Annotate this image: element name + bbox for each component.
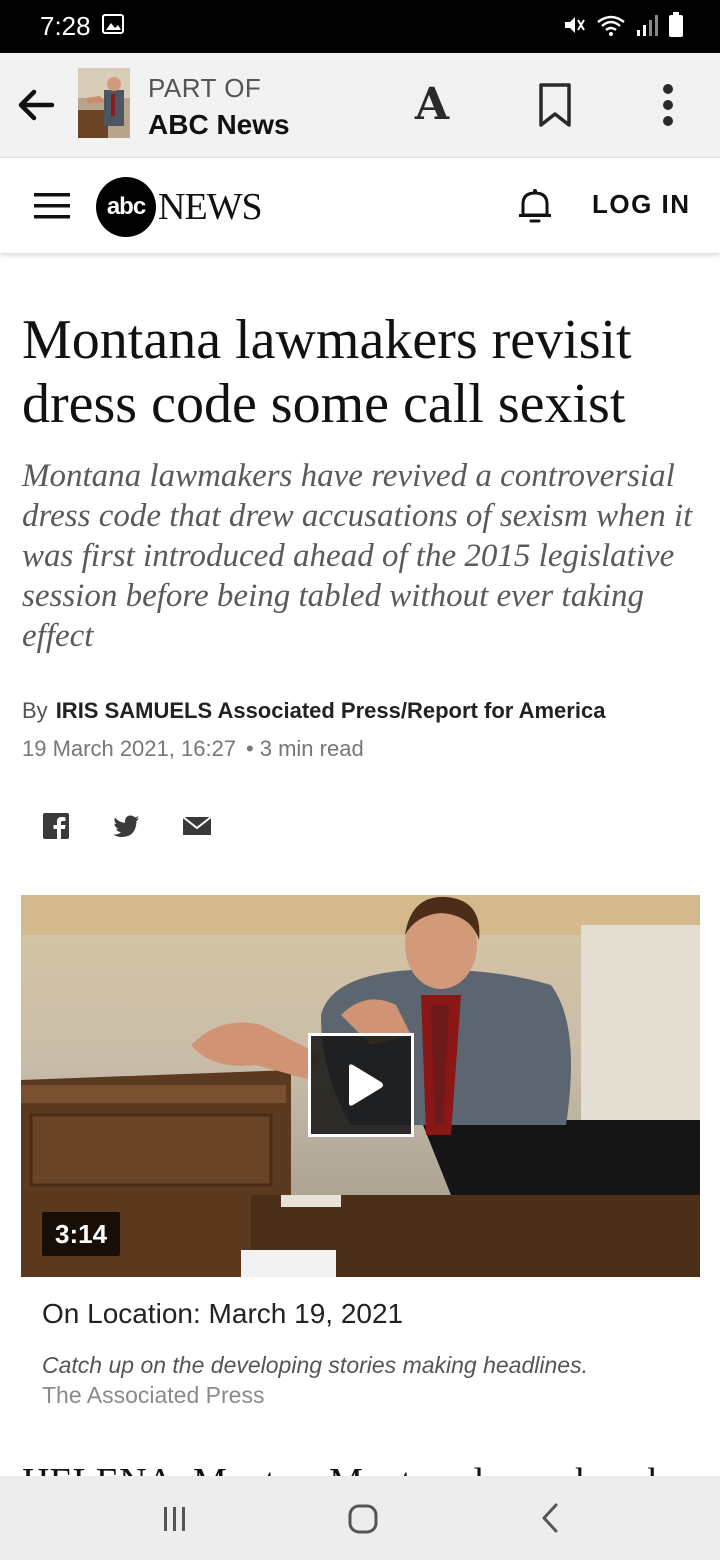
facebook-icon[interactable]	[42, 812, 70, 840]
play-icon	[349, 1064, 383, 1106]
abc-news-logo[interactable]: abc NEWS	[96, 177, 263, 237]
dateline: 19 March 2021, 16:27 • 3 min read	[22, 736, 364, 762]
byline-prefix: By	[22, 698, 48, 723]
video-caption-credit: The Associated Press	[42, 1382, 265, 1408]
hamburger-icon	[34, 193, 70, 219]
publication-thumbnail[interactable]	[78, 68, 130, 138]
video-player[interactable]: 3:14	[21, 895, 700, 1277]
status-bar: 7:28	[0, 0, 720, 53]
notifications-button[interactable]	[514, 185, 556, 227]
status-time: 7:28	[40, 11, 91, 41]
status-icons	[562, 12, 684, 43]
share-row	[42, 812, 252, 840]
wifi-icon	[596, 13, 626, 42]
publish-date: 19 March 2021, 16:27	[22, 736, 237, 761]
bookmark-icon	[539, 83, 571, 127]
article-body-start: HELENA, Mont. -- Montana lawmakers have	[22, 1460, 702, 1476]
recents-button[interactable]	[160, 1504, 190, 1539]
play-button[interactable]	[308, 1033, 414, 1137]
publication-name[interactable]: ABC News	[148, 109, 290, 141]
mute-icon	[562, 13, 586, 42]
separator-dot: •	[246, 736, 254, 761]
nav-back-button[interactable]	[538, 1502, 564, 1539]
site-header: abc NEWS LOG IN	[0, 159, 720, 253]
home-icon	[348, 1504, 378, 1534]
article-headline: Montana lawmakers revisit dress code som…	[22, 309, 632, 435]
more-vert-icon	[663, 84, 673, 126]
logo-news: NEWS	[158, 186, 263, 228]
read-time: 3 min read	[259, 736, 364, 761]
part-of-label: PART OF	[148, 73, 262, 103]
email-icon[interactable]	[182, 812, 212, 840]
text-size-button[interactable]: A	[408, 79, 456, 131]
bookmark-button[interactable]	[534, 81, 576, 129]
recents-icon	[164, 1507, 185, 1531]
app-bar: PART OF ABC News A	[0, 53, 720, 158]
gallery-icon	[102, 14, 124, 39]
chevron-left-icon	[542, 1503, 558, 1533]
video-duration: 3:14	[42, 1212, 121, 1256]
signal-icon	[636, 13, 658, 42]
system-nav-bar	[0, 1476, 720, 1560]
battery-icon	[668, 12, 684, 43]
bell-icon	[519, 189, 551, 223]
login-button[interactable]: LOG IN	[592, 189, 691, 220]
article-subheadline: Montana lawmakers have revived a controv…	[22, 458, 693, 654]
logo-abc: abc	[96, 177, 156, 237]
byline: By IRIS SAMUELS Associated Press/Report f…	[22, 698, 605, 724]
home-button[interactable]	[347, 1503, 379, 1540]
more-options-button[interactable]	[648, 81, 688, 129]
arrow-left-icon	[18, 89, 55, 121]
twitter-icon[interactable]	[112, 812, 140, 840]
back-button[interactable]	[14, 83, 58, 127]
byline-author[interactable]: IRIS SAMUELS Associated Press/Report for…	[56, 698, 606, 723]
video-caption-description: Catch up on the developing stories makin…	[42, 1352, 588, 1378]
video-caption-title: On Location: March 19, 2021	[42, 1298, 404, 1329]
menu-button[interactable]	[34, 191, 72, 221]
